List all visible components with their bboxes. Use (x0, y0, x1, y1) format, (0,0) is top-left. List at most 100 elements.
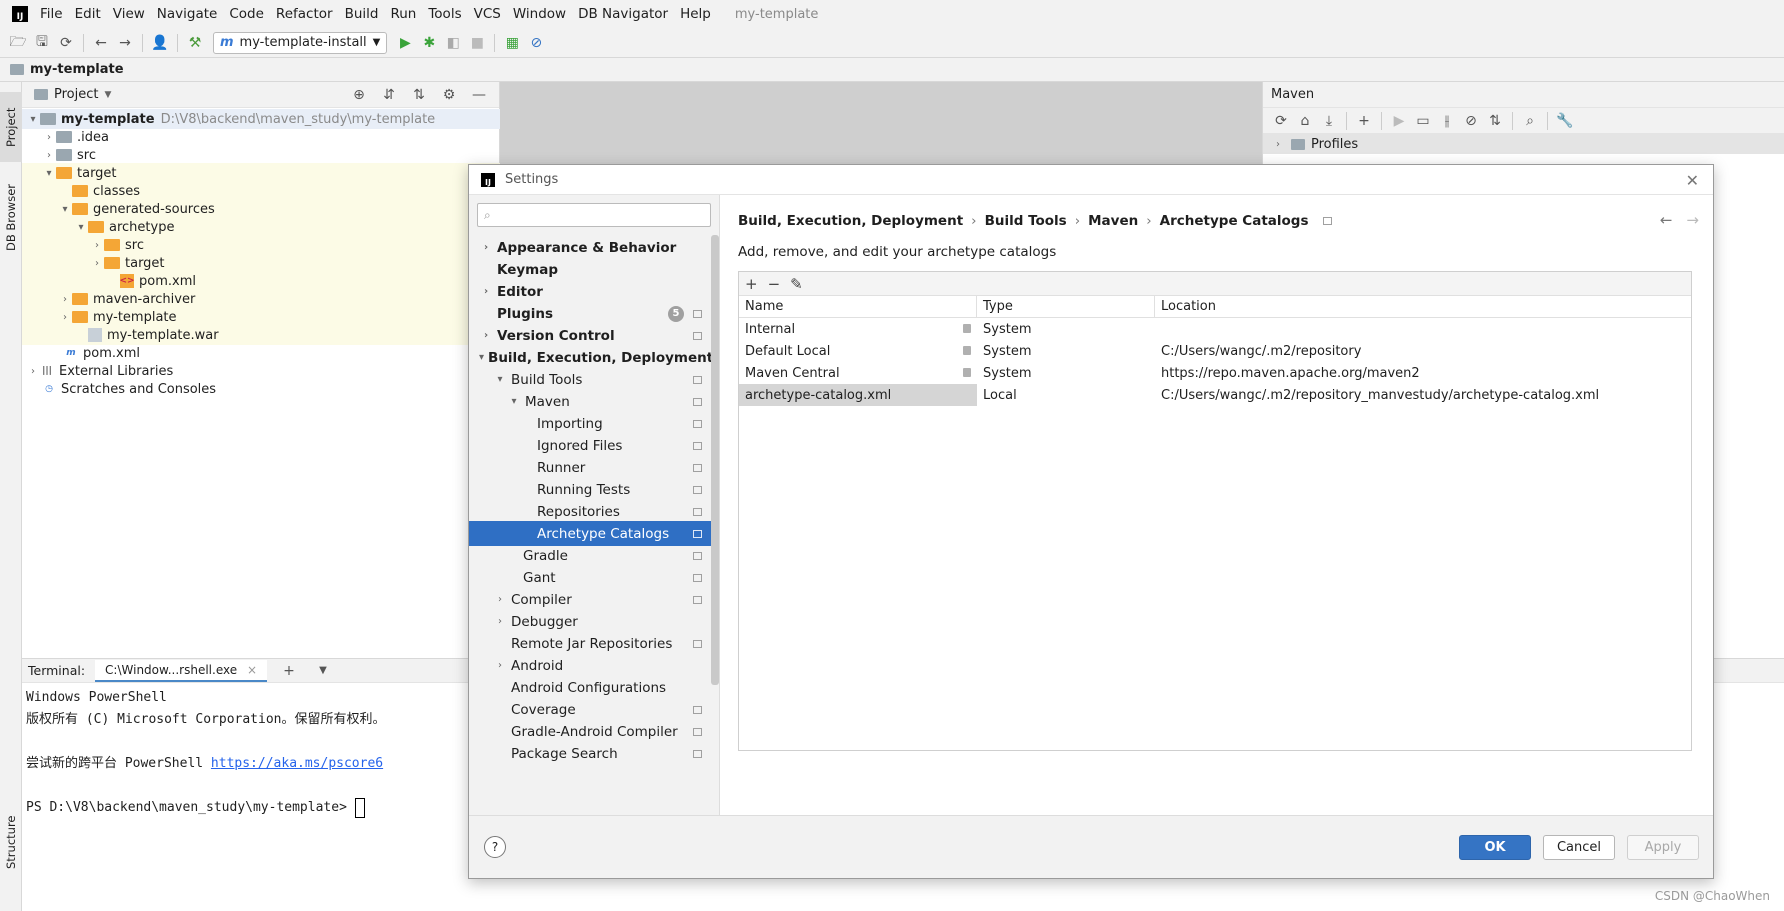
menu-vcs[interactable]: VCS (474, 6, 501, 22)
reload-icon[interactable]: ⟳ (1269, 110, 1293, 132)
collapsed-arrow-icon[interactable]: › (90, 240, 104, 251)
table-row-selected[interactable]: archetype-catalog.xml Local C:/Users/wan… (739, 384, 1691, 406)
tree-item-root[interactable]: ▾ my-template D:\V8\backend\maven_study\… (22, 109, 500, 129)
build-hammer-icon[interactable]: ⚒ (183, 32, 207, 54)
debug-icon[interactable]: ✱ (417, 32, 441, 54)
breadcrumb-item[interactable]: Build, Execution, Deployment (738, 213, 963, 229)
collapsed-arrow-icon[interactable]: › (493, 660, 507, 671)
wrench-icon[interactable]: 🔧 (1553, 110, 1577, 132)
run-icon[interactable]: ▶ (1387, 110, 1411, 132)
edit-pencil-icon[interactable]: ✎ (790, 275, 803, 293)
expanded-arrow-icon[interactable]: ▾ (507, 396, 521, 407)
sync-icon[interactable]: ⟳ (54, 32, 78, 54)
collapsed-arrow-icon[interactable]: › (479, 330, 493, 341)
user-icon[interactable]: 👤 (148, 32, 172, 54)
forward-icon[interactable]: → (113, 32, 137, 54)
toggle-offline-icon[interactable]: ⫲ (1435, 110, 1459, 132)
locate-icon[interactable]: ⊕ (347, 84, 371, 106)
forward-arrow-icon[interactable]: → (1686, 211, 1699, 229)
column-header-type[interactable]: Type (977, 296, 1155, 317)
apply-button[interactable]: Apply (1627, 835, 1699, 860)
breadcrumb-project[interactable]: my-template (30, 62, 124, 77)
expanded-arrow-icon[interactable]: ▾ (26, 114, 40, 125)
tree-item-scratches[interactable]: ◷ Scratches and Consoles (22, 379, 500, 399)
project-tool-tab[interactable]: Project (0, 92, 22, 162)
structure-tool-tab[interactable]: Structure (0, 802, 22, 882)
open-folder-icon[interactable]: 🗁 (6, 32, 30, 54)
menu-build[interactable]: Build (345, 6, 379, 22)
back-arrow-icon[interactable]: ← (1660, 211, 1673, 229)
chevron-down-icon[interactable]: ▼ (104, 90, 111, 100)
terminal-tab[interactable]: C:\Window...rshell.exe × (95, 659, 268, 682)
tree-item-my-template-folder[interactable]: › my-template (22, 307, 500, 327)
collapsed-arrow-icon[interactable]: › (58, 294, 72, 305)
table-row[interactable]: Internal System (739, 318, 1691, 340)
cancel-button[interactable]: Cancel (1543, 835, 1615, 860)
generate-sources-icon[interactable]: ⌂ (1293, 110, 1317, 132)
back-icon[interactable]: ← (89, 32, 113, 54)
menu-tools[interactable]: Tools (428, 6, 461, 22)
expanded-arrow-icon[interactable]: ▾ (493, 374, 507, 385)
menu-edit[interactable]: Edit (75, 6, 101, 22)
expanded-arrow-icon[interactable]: ▾ (479, 352, 484, 363)
menu-navigate[interactable]: Navigate (157, 6, 218, 22)
collapsed-arrow-icon[interactable]: › (26, 366, 40, 377)
collapsed-arrow-icon[interactable]: › (90, 258, 104, 269)
table-row[interactable]: Maven Central System https://repo.maven.… (739, 362, 1691, 384)
menu-db-navigator[interactable]: DB Navigator (578, 6, 668, 22)
close-icon[interactable]: × (247, 663, 257, 677)
column-header-location[interactable]: Location (1155, 296, 1691, 317)
menu-file[interactable]: File (40, 6, 63, 22)
add-tab-icon[interactable]: + (277, 660, 301, 682)
collapsed-arrow-icon[interactable]: › (42, 150, 56, 161)
terminal-link[interactable]: https://aka.ms/pscore6 (211, 756, 383, 771)
collapsed-arrow-icon[interactable]: › (479, 242, 493, 253)
tree-item-pom[interactable]: m pom.xml (22, 343, 500, 363)
menu-help[interactable]: Help (680, 6, 711, 22)
collapse-all-icon[interactable]: ⇅ (407, 84, 431, 106)
project-panel-title[interactable]: Project (54, 87, 98, 102)
ok-button[interactable]: OK (1459, 835, 1531, 860)
tree-item-archetype-target[interactable]: › target (22, 253, 500, 273)
collapsed-arrow-icon[interactable]: › (493, 616, 507, 627)
tree-item-war[interactable]: my-template.war (22, 325, 500, 345)
tree-item-src[interactable]: › src (22, 145, 500, 165)
tree-item-archetype-src[interactable]: › src (22, 235, 500, 255)
gear-icon[interactable]: ⚙ (437, 84, 461, 106)
tree-item-generated-sources[interactable]: ▾ generated-sources (22, 199, 500, 219)
tree-item-maven-archiver[interactable]: › maven-archiver (22, 289, 500, 309)
run-icon[interactable]: ▶ (393, 32, 417, 54)
column-header-name[interactable]: Name (739, 296, 977, 317)
collapsed-arrow-icon[interactable]: › (1271, 139, 1285, 150)
menu-view[interactable]: View (113, 6, 145, 22)
breadcrumb-item[interactable]: Maven (1088, 213, 1138, 229)
add-icon[interactable]: + (1352, 110, 1376, 132)
nav-scrollbar[interactable] (711, 235, 719, 685)
nav-package-search[interactable]: Package Search (469, 741, 712, 766)
expanded-arrow-icon[interactable]: ▾ (58, 204, 72, 215)
menu-code[interactable]: Code (229, 6, 264, 22)
execute-goal-icon[interactable]: ▭ (1411, 110, 1435, 132)
tree-item-external-libraries[interactable]: › ||| External Libraries (22, 361, 500, 381)
add-icon[interactable]: + (745, 275, 758, 293)
menu-refactor[interactable]: Refactor (276, 6, 333, 22)
tree-item-idea[interactable]: › .idea (22, 127, 500, 147)
maven-tree-item-profiles[interactable]: › Profiles (1263, 134, 1784, 154)
breadcrumb-item[interactable]: Build Tools (985, 213, 1067, 229)
tree-item-classes[interactable]: classes (22, 181, 500, 201)
menu-run[interactable]: Run (390, 6, 416, 22)
no-entry-icon[interactable]: ⊘ (524, 32, 548, 54)
collapsed-arrow-icon[interactable]: › (58, 312, 72, 323)
settings-search-input[interactable]: ⌕ (477, 203, 711, 227)
tree-item-target[interactable]: ▾ target (22, 163, 500, 183)
collapse-icon[interactable]: ⇅ (1483, 110, 1507, 132)
collapsed-arrow-icon[interactable]: › (479, 286, 493, 297)
stop-icon[interactable]: ■ (465, 32, 489, 54)
menu-window[interactable]: Window (513, 6, 566, 22)
download-icon[interactable]: ⤓ (1317, 110, 1341, 132)
profiler-icon[interactable]: ▦ (500, 32, 524, 54)
table-row[interactable]: Default Local System C:/Users/wangc/.m2/… (739, 340, 1691, 362)
collapsed-arrow-icon[interactable]: › (42, 132, 56, 143)
tree-item-archetype[interactable]: ▾ archetype (22, 217, 500, 237)
tree-item-archetype-pom[interactable]: <> pom.xml (22, 271, 500, 291)
